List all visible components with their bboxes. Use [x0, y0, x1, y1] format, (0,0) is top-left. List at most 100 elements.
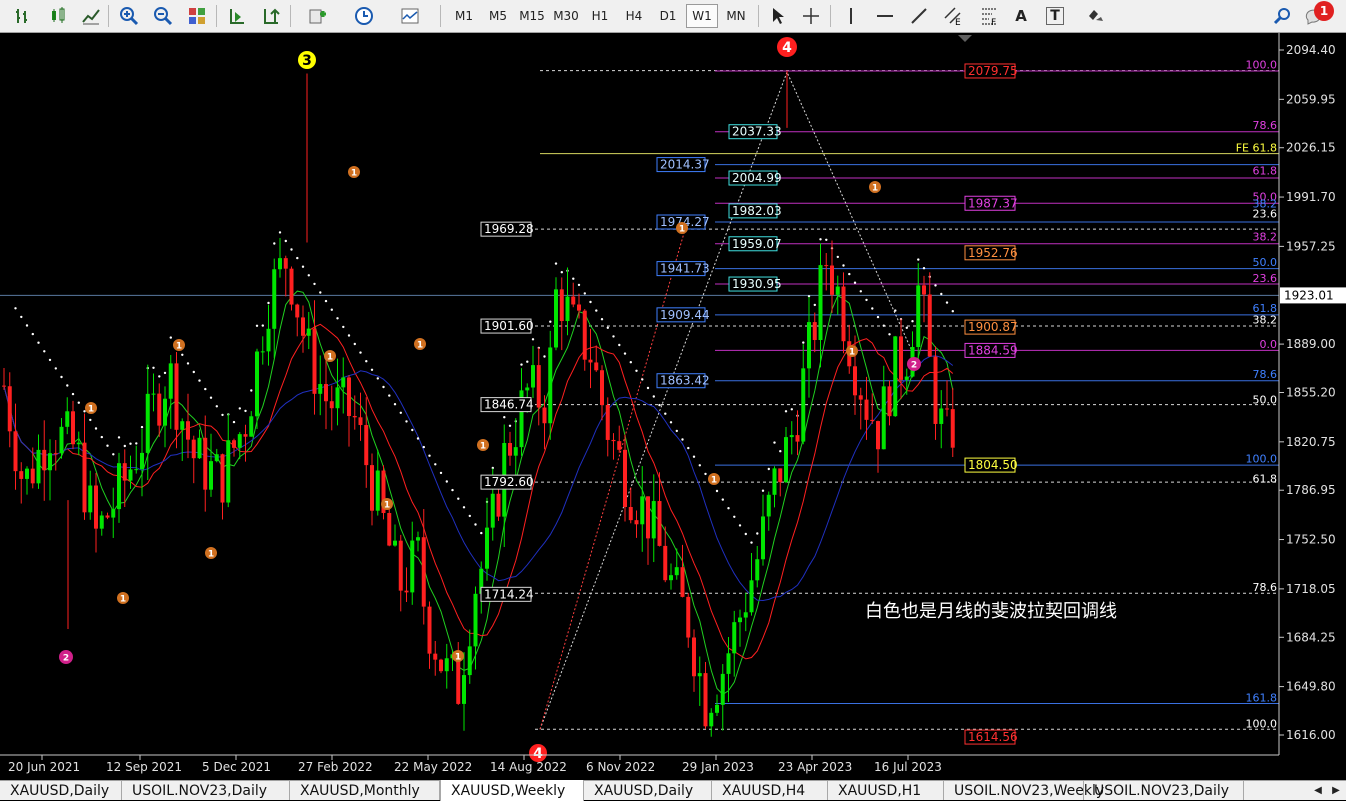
parabolic-sar-dot [255, 324, 259, 327]
crosshair-icon[interactable] [798, 4, 824, 28]
candle [945, 408, 949, 410]
candle [421, 537, 426, 607]
equidistant-channel-icon[interactable]: E [940, 4, 966, 28]
parabolic-sar-dot [163, 371, 167, 375]
candle [53, 453, 58, 455]
candle [807, 322, 811, 369]
text-icon[interactable]: A [1008, 4, 1034, 28]
period-m15-button[interactable]: M15 [516, 4, 548, 28]
parabolic-sar-dot [129, 442, 132, 445]
fibonacci-icon[interactable]: F [976, 4, 1002, 28]
candlestick-icon[interactable] [45, 4, 71, 28]
candle [260, 351, 265, 353]
tab-scroll-right-icon[interactable]: ▶ [1328, 781, 1344, 800]
parabolic-sar-dot [750, 541, 753, 544]
time-axis-label: 29 Jan 2023 [682, 760, 754, 774]
parabolic-sar-dot [60, 375, 63, 379]
chart-tab[interactable]: XAUUSD,H1 [828, 781, 944, 800]
period-d1-button[interactable]: D1 [652, 4, 684, 28]
autoscroll-icon[interactable] [224, 4, 250, 28]
candle [7, 386, 12, 432]
parabolic-sar-dot [934, 284, 937, 287]
periods-icon[interactable] [346, 4, 382, 28]
candle [13, 431, 18, 472]
parabolic-sar-dot [882, 324, 885, 327]
candle [220, 454, 225, 503]
toolbar-separator [216, 5, 217, 27]
parabolic-sar-dot [577, 283, 581, 287]
indicators-icon[interactable] [300, 4, 336, 28]
vertical-line-icon[interactable] [838, 4, 864, 28]
price-axis-label: 1684.25 [1286, 630, 1336, 644]
candle [876, 421, 880, 450]
candle [743, 612, 748, 618]
label-tool-label: T [1046, 7, 1064, 25]
wave-label: 1 [455, 653, 461, 663]
candle [795, 435, 800, 442]
candle [266, 328, 271, 352]
parabolic-sar-dot [434, 463, 437, 466]
tab-scroll-left-icon[interactable]: ◀ [1310, 781, 1326, 800]
toolbar-separator [108, 5, 109, 27]
wave-label: 2 [911, 361, 917, 371]
parabolic-sar-dot [181, 353, 184, 356]
period-m5-button[interactable]: M5 [482, 4, 514, 28]
parabolic-sar-dot [480, 531, 483, 535]
candle [715, 704, 719, 713]
price-chart[interactable]: 1969.28 1901.60 1846.74 1792.60 1714.24 2037.… [0, 33, 1346, 780]
candle [94, 485, 98, 529]
fib-level-label: 61.8 [1253, 472, 1278, 485]
line-chart-icon[interactable] [78, 4, 104, 28]
period-mn-button[interactable]: MN [720, 4, 752, 28]
period-m30-button[interactable]: M30 [550, 4, 582, 28]
parabolic-sar-dot [365, 360, 368, 363]
parabolic-sar-dot [158, 375, 161, 378]
chart-tab[interactable]: USOIL.NOV23,Daily [122, 781, 290, 800]
price-axis-label: 2059.95 [1286, 92, 1336, 106]
chart-tab[interactable]: USOIL.NOV23,Daily [1084, 781, 1244, 800]
candle [726, 653, 731, 674]
fib-level-label: 0.0 [1260, 338, 1278, 351]
parabolic-sar-dot [773, 441, 776, 444]
chart-tab[interactable]: XAUUSD,Daily [0, 781, 122, 800]
parabolic-sar-dot [698, 464, 701, 467]
templates-icon[interactable] [392, 4, 428, 28]
fib-level-label: 50.0 [1253, 394, 1278, 407]
candle [375, 470, 380, 511]
parabolic-sar-dot [48, 358, 52, 362]
fib-level-label: 161.8 [1246, 691, 1278, 704]
parabolic-sar-dot [641, 378, 644, 381]
candle [508, 443, 512, 456]
candle [663, 545, 668, 581]
chart-tab[interactable]: XAUUSD,H4 [712, 781, 828, 800]
bar-chart-icon[interactable] [10, 4, 36, 28]
candle [669, 575, 673, 581]
period-h4-button[interactable]: H4 [618, 4, 650, 28]
cursor-icon[interactable] [764, 4, 790, 28]
chart-tab[interactable]: XAUUSD,Daily [584, 781, 712, 800]
zoom-in-icon[interactable] [116, 4, 142, 28]
candle [209, 461, 213, 490]
parabolic-sar-dot [250, 389, 253, 392]
search-icon[interactable] [1270, 4, 1296, 28]
chart-tab[interactable]: XAUUSD,Monthly [290, 781, 440, 800]
text-label-icon[interactable]: T [1042, 4, 1068, 28]
candle [352, 416, 357, 418]
period-h1-button[interactable]: H1 [584, 4, 616, 28]
trendline-icon[interactable] [906, 4, 932, 28]
parabolic-sar-dot [71, 392, 75, 396]
period-m1-button[interactable]: M1 [448, 4, 480, 28]
period-w1-button[interactable]: W1 [686, 4, 718, 28]
parabolic-sar-dot [37, 341, 40, 344]
wave-label: 1 [849, 348, 855, 358]
horizontal-line-icon[interactable] [872, 4, 898, 28]
time-axis-label: 6 Nov 2022 [586, 760, 655, 774]
chart-tab[interactable]: USOIL.NOV23,Weekly [944, 781, 1104, 800]
parabolic-sar-dot [543, 355, 546, 358]
chart-shift-icon[interactable] [258, 4, 284, 28]
tile-windows-icon[interactable] [184, 4, 210, 28]
shapes-icon[interactable] [1078, 4, 1114, 28]
parabolic-sar-dot [238, 407, 241, 410]
zoom-out-icon[interactable] [150, 4, 176, 28]
chart-tab[interactable]: XAUUSD,Weekly [440, 780, 584, 801]
